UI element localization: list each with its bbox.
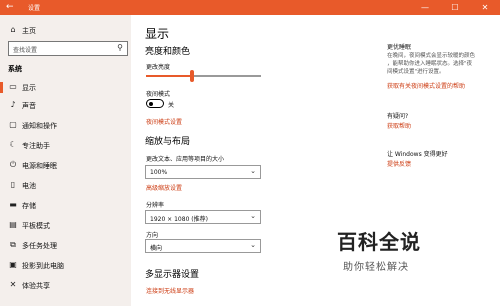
sidebar-item-label: 通知和操作: [22, 122, 57, 130]
sidebar-item-tablet-mode[interactable]: ▤ 平板模式: [0, 217, 131, 234]
chevron-down-icon: ⌄: [250, 167, 256, 175]
question-heading: 有疑问?: [387, 113, 409, 120]
sidebar-item-label: 专注助手: [22, 142, 50, 150]
sleep-text-line-2: ，能帮助你进入睡眠状态。选择"夜: [387, 61, 473, 67]
sidebar-item-label: 声音: [22, 102, 36, 110]
title-bar: ← 设置 — ☐ ✕: [0, 0, 500, 15]
scale-heading: 缩放与布局: [145, 137, 191, 147]
night-mode-state: 关: [168, 102, 175, 109]
resolution-label: 分辨率: [146, 202, 165, 209]
notification-icon: ▢: [9, 120, 17, 129]
night-mode-settings-link[interactable]: 夜间模式设置: [146, 117, 182, 126]
power-icon: ⏻: [9, 160, 17, 169]
sidebar-item-sound[interactable]: ♪ 声音: [0, 97, 131, 114]
page-title: 显示: [145, 27, 170, 41]
search-placeholder: 查找设置: [13, 47, 38, 54]
sidebar-item-project-to-pc[interactable]: ▣ 投影到此电脑: [0, 257, 131, 274]
chevron-down-icon: ⌄: [250, 212, 256, 220]
sidebar-item-label: 电源和睡眠: [22, 162, 57, 170]
advanced-scale-link[interactable]: 高级缩放设置: [146, 183, 182, 192]
sidebar-item-label: 投影到此电脑: [22, 262, 64, 270]
sleep-help-link[interactable]: 获取有关夜间模式设置的帮助: [387, 81, 465, 90]
sidebar-item-label: 多任务处理: [22, 242, 57, 250]
sleep-heading: 更优睡眠: [387, 44, 412, 51]
share-icon: ✕: [9, 280, 17, 289]
window-title: 设置: [28, 5, 41, 12]
home-icon: ⌂: [10, 25, 16, 34]
improve-heading: 让 Windows 变得更好: [387, 151, 448, 158]
search-input[interactable]: 查找设置 ⚲: [8, 41, 128, 56]
display-icon: ▭: [9, 82, 17, 91]
toggle-knob: [149, 101, 153, 106]
moon-icon: ☾: [9, 140, 17, 149]
wireless-display-link[interactable]: 连接到无线显示器: [146, 286, 194, 295]
get-help-link[interactable]: 获取帮助: [387, 121, 411, 130]
resolution-dropdown[interactable]: 1920 × 1080 (推荐) ⌄: [145, 210, 261, 224]
active-indicator: [0, 82, 3, 93]
sidebar-item-display[interactable]: ▭ 显示: [0, 79, 131, 96]
sidebar-item-battery[interactable]: ▯ 电池: [0, 177, 131, 194]
speaker-icon: ♪: [10, 100, 16, 109]
night-mode-toggle[interactable]: [146, 99, 164, 108]
back-arrow-icon[interactable]: ←: [6, 2, 14, 12]
sidebar-item-home[interactable]: ⌂ 主页: [0, 22, 131, 39]
battery-icon: ▯: [10, 180, 16, 189]
slider-fill: [146, 75, 192, 77]
multi-display-heading: 多显示器设置: [145, 270, 200, 280]
multitasking-icon: ⧉: [10, 240, 16, 249]
scale-dropdown[interactable]: 100% ⌄: [145, 165, 261, 179]
brightness-heading: 亮度和颜色: [145, 47, 191, 57]
slider-thumb[interactable]: [190, 70, 194, 82]
watermark: 百科全说 助你轻松解决: [333, 226, 498, 286]
orientation-value: 横向: [150, 245, 163, 252]
sidebar-item-storage[interactable]: ▬ 存储: [0, 197, 131, 214]
scale-label: 更改文本、应用等项目的大小: [146, 156, 225, 163]
feedback-link[interactable]: 提供反馈: [387, 159, 411, 168]
sidebar-item-label: 体验共享: [22, 282, 50, 290]
night-mode-label: 夜间模式: [146, 91, 171, 98]
sidebar-item-notifications[interactable]: ▢ 通知和操作: [0, 117, 131, 134]
sidebar-item-label: 主页: [22, 27, 36, 35]
minimize-button[interactable]: —: [410, 1, 440, 14]
sidebar-item-multitasking[interactable]: ⧉ 多任务处理: [0, 237, 131, 254]
chevron-down-icon: ⌄: [250, 241, 256, 249]
sidebar-item-focus-assist[interactable]: ☾ 专注助手: [0, 137, 131, 154]
watermark-title: 百科全说: [337, 230, 421, 254]
sidebar-item-label: 平板模式: [22, 222, 50, 230]
close-button[interactable]: ✕: [470, 1, 500, 14]
orientation-dropdown[interactable]: 横向 ⌄: [145, 239, 261, 253]
sidebar-item-shared-experiences[interactable]: ✕ 体验共享: [0, 277, 131, 294]
orientation-label: 方向: [146, 232, 159, 239]
storage-icon: ▬: [9, 200, 17, 209]
sleep-text-line-3: 间模式设置"进行设置。: [387, 69, 445, 75]
maximize-button[interactable]: ☐: [440, 1, 470, 14]
sidebar-section-label: 系统: [8, 65, 22, 73]
sidebar-item-label: 电池: [22, 182, 36, 190]
scale-value: 100%: [150, 169, 168, 176]
brightness-slider[interactable]: [146, 70, 261, 82]
tablet-icon: ▤: [9, 220, 17, 229]
watermark-subtitle: 助你轻松解决: [343, 262, 409, 273]
brightness-label: 更改亮度: [146, 64, 171, 71]
sidebar-item-label: 显示: [22, 84, 36, 92]
search-icon: ⚲: [117, 43, 123, 52]
resolution-value: 1920 × 1080 (推荐): [150, 216, 208, 223]
sidebar-item-label: 存储: [22, 202, 36, 210]
sidebar-item-power-sleep[interactable]: ⏻ 电源和睡眠: [0, 157, 131, 174]
projector-icon: ▣: [9, 260, 17, 269]
sleep-text-line-1: 在晚间，夜间模式会显示较暖的颜色: [387, 53, 476, 59]
